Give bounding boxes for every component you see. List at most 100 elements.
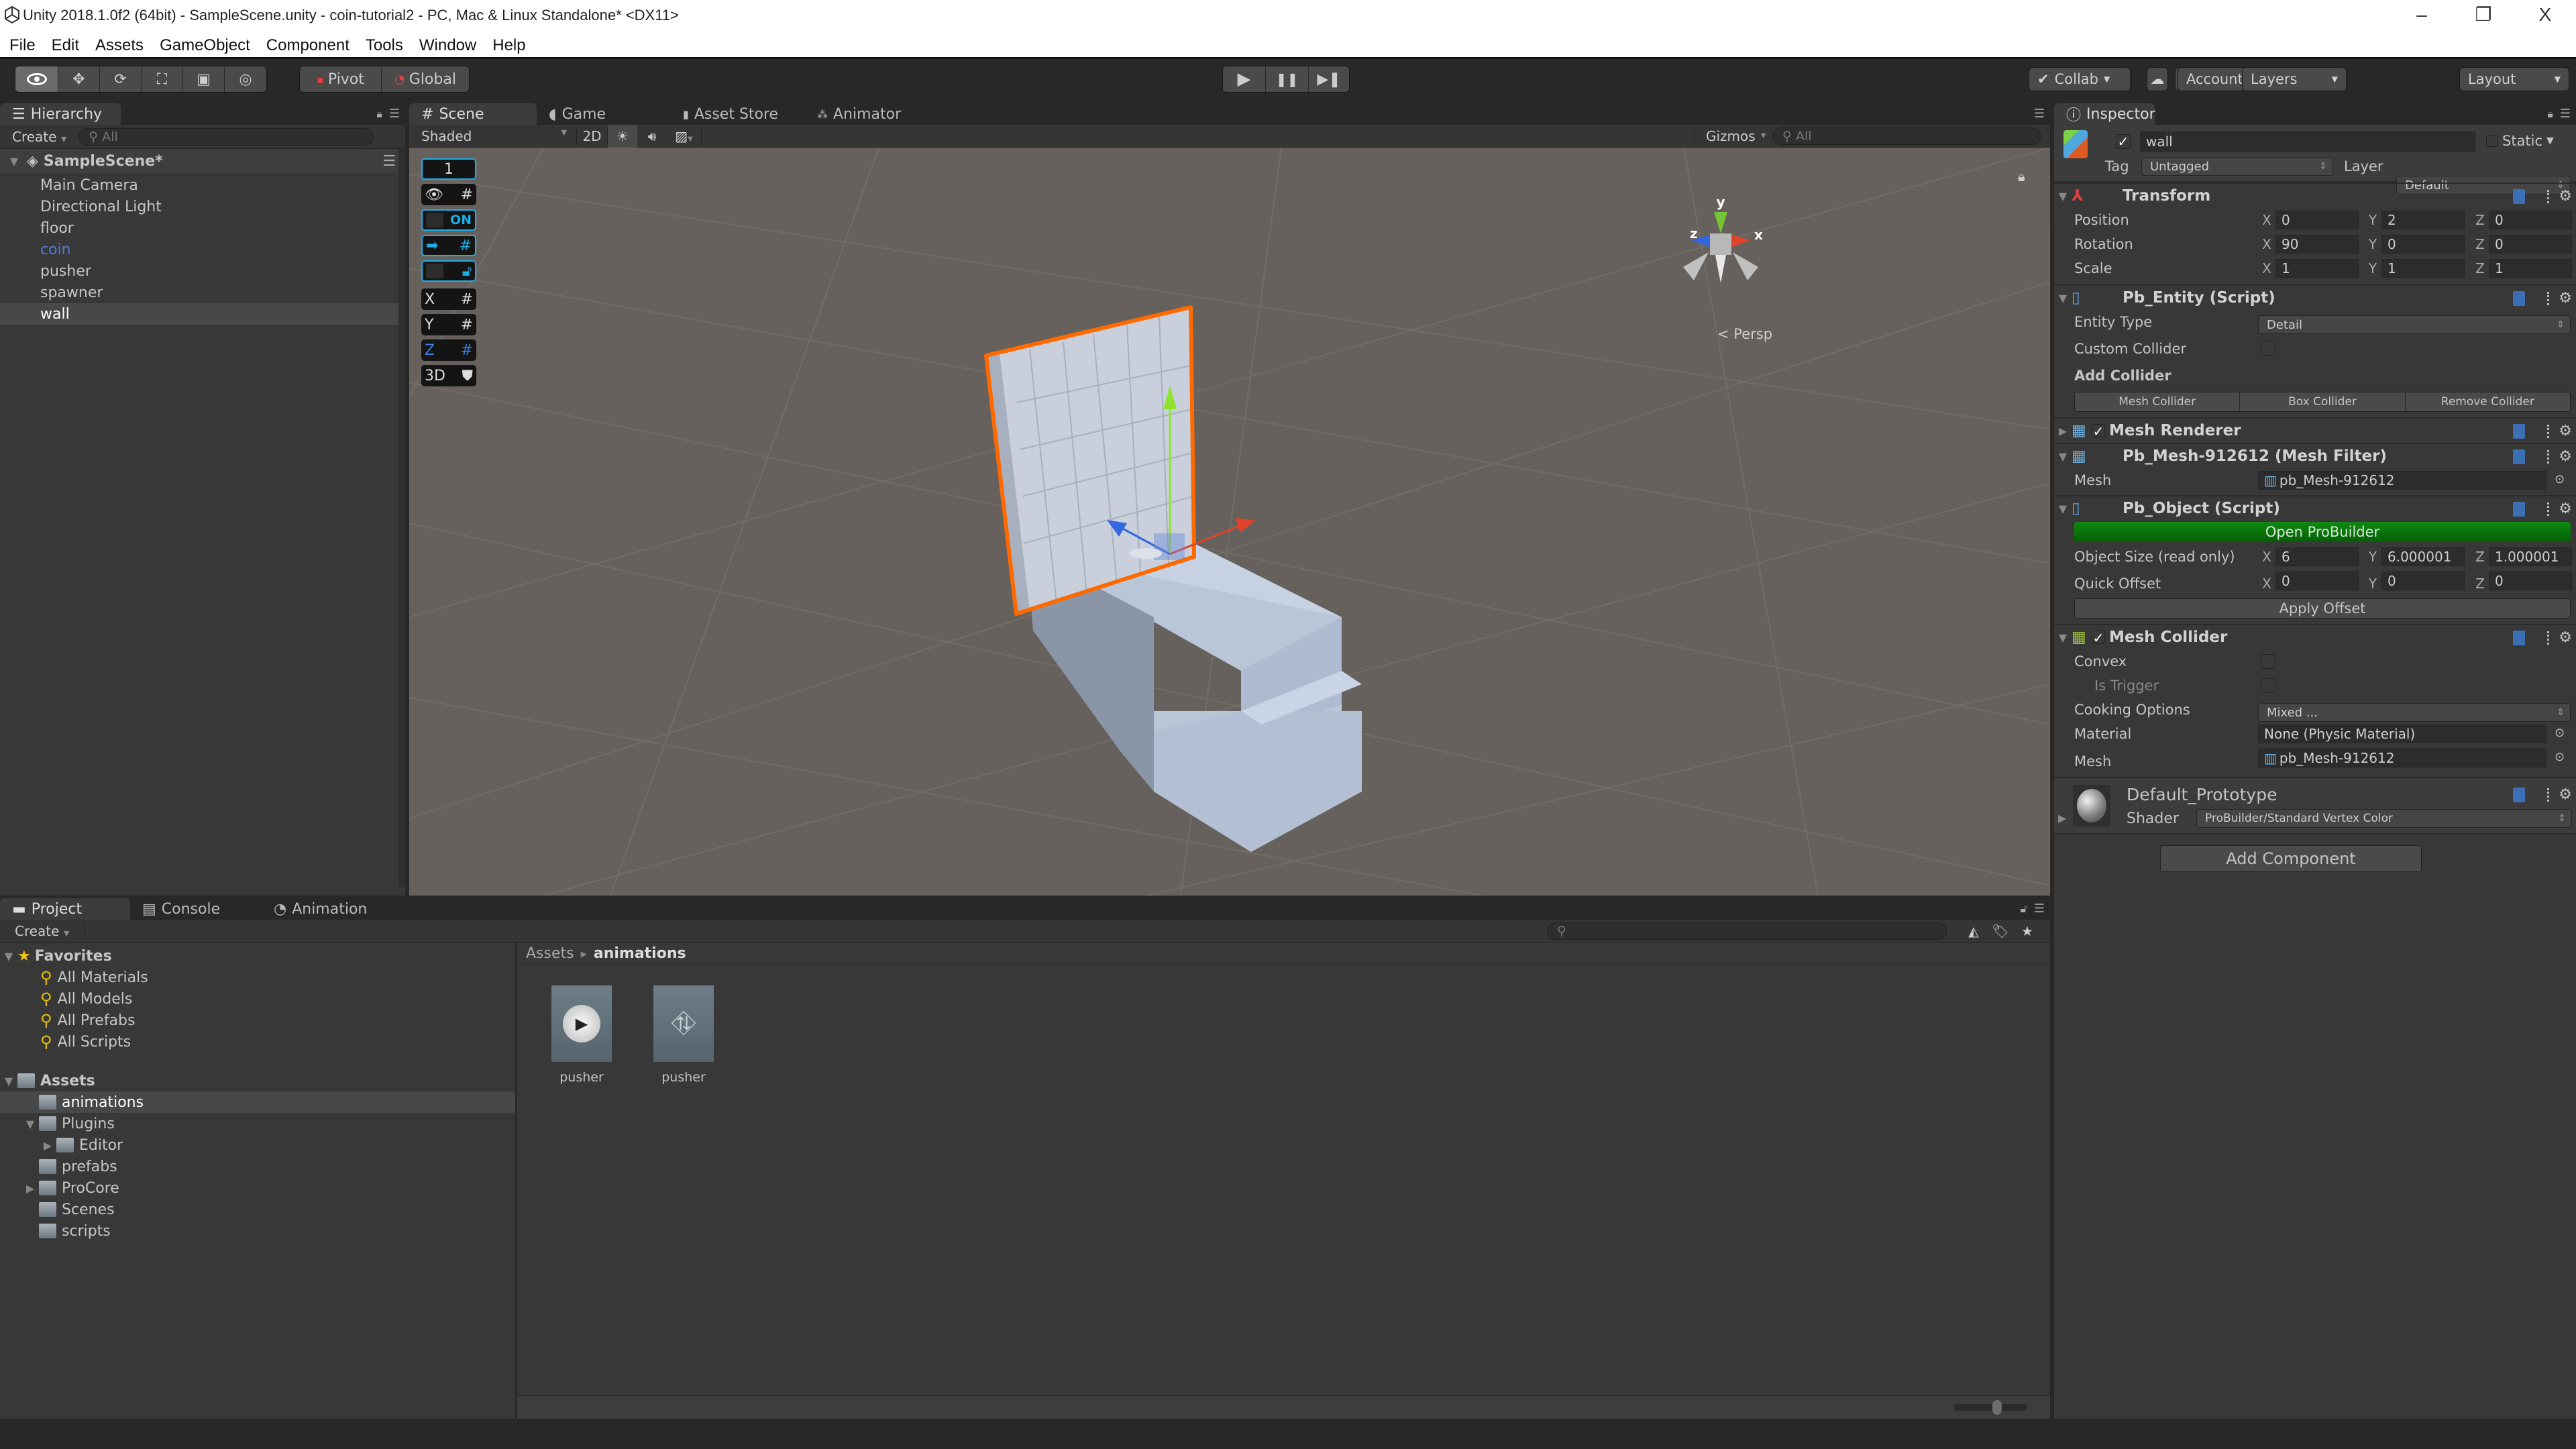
grid-on-toggle[interactable]: ON — [421, 209, 476, 231]
position-x-field[interactable]: 0 — [2275, 211, 2359, 229]
draw-mode-dropdown[interactable]: Shaded ▼ — [409, 127, 577, 144]
expand-arrow-icon[interactable]: ▼ — [0, 1075, 17, 1087]
scene-root-row[interactable]: ▼ ◈ SampleScene* ☰ — [0, 149, 405, 174]
convex-checkbox[interactable] — [2261, 654, 2275, 669]
expand-arrow-icon[interactable]: ▶ — [21, 1182, 39, 1195]
gear-icon[interactable]: ⚙ — [2559, 188, 2572, 205]
folder-item[interactable]: Scenes — [0, 1199, 515, 1220]
is-trigger-checkbox[interactable] — [2261, 678, 2275, 693]
expand-arrow-icon[interactable]: ▼ — [5, 155, 23, 168]
quick-offset-x-field[interactable]: 0 — [2275, 572, 2359, 590]
gear-icon[interactable]: ⚙ — [2559, 423, 2572, 439]
lighting-toggle[interactable]: ☀ — [608, 124, 637, 148]
restore-button[interactable]: ❐ — [2453, 0, 2514, 34]
scene-search[interactable]: ⚲ All — [1772, 127, 2041, 145]
object-picker-icon[interactable]: ⊙ — [2555, 750, 2565, 764]
rect-tool-button[interactable]: ▣ — [183, 66, 225, 92]
tab-hierarchy[interactable]: ☰ Hierarchy — [0, 103, 121, 125]
fold-arrow-icon[interactable]: ▼ — [2054, 502, 2072, 515]
position-z-field[interactable]: 0 — [2489, 211, 2572, 229]
mesh-renderer-enabled-checkbox[interactable] — [2092, 424, 2105, 437]
hierarchy-scrollbar[interactable] — [398, 149, 405, 887]
selection-mode-button[interactable]: 1 — [421, 158, 476, 180]
icon-size-slider[interactable] — [1953, 1400, 2027, 1415]
folder-item[interactable]: animations — [0, 1091, 515, 1113]
gear-icon[interactable]: ⚙ — [2559, 629, 2572, 646]
scene-canvas[interactable]: y z x < Persp 🔒︎ — [409, 148, 2050, 896]
tab-asset-store[interactable]: ▮ Asset Store — [671, 103, 805, 125]
y-plane-button[interactable]: Y # — [421, 314, 476, 335]
favorites-row[interactable]: ▼ ★ Favorites — [0, 945, 515, 967]
slider-thumb[interactable] — [1992, 1400, 2002, 1415]
hierarchy-item[interactable]: Directional Light — [0, 196, 405, 217]
menu-gameobject[interactable]: GameObject — [160, 34, 260, 57]
hierarchy-create-button[interactable]: Create ▼ — [0, 129, 78, 145]
add-component-button[interactable]: Add Component — [2160, 845, 2422, 872]
scale-tool-button[interactable]: ⛶ — [142, 66, 183, 92]
view-tool-button[interactable] — [15, 66, 58, 92]
fold-arrow-icon[interactable]: ▼ — [2054, 190, 2072, 203]
axis-y-label[interactable]: Y — [2364, 236, 2381, 252]
lock-icon[interactable]: 🔒︎ — [376, 107, 382, 121]
filter-by-type-icon[interactable]: ◭ — [1960, 923, 1987, 939]
favorite-star-icon[interactable]: ★ — [2014, 923, 2041, 939]
preset-icon[interactable] — [2534, 788, 2550, 802]
object-size-x-field[interactable]: 6 — [2275, 547, 2359, 566]
assets-root-row[interactable]: ▼ Assets — [0, 1070, 515, 1091]
axis-y-label[interactable]: Y — [2364, 212, 2381, 228]
move-tool-button[interactable]: ✥ — [58, 66, 100, 92]
favorite-item[interactable]: ⚲ All Prefabs — [0, 1010, 515, 1031]
remove-collider-button[interactable]: Remove Collider — [2405, 392, 2570, 411]
filter-by-label-icon[interactable]: 🏷︎ — [1987, 923, 2014, 939]
tab-game[interactable]: ◖ Game — [537, 103, 671, 125]
lock-icon[interactable]: 🔒︎ — [2547, 107, 2553, 121]
pb-object-header[interactable]: ▼ ▯ Pb_Object (Script) ⚙ — [2054, 495, 2576, 521]
snap-grid-button[interactable]: ➡ # — [421, 235, 476, 256]
cloud-button[interactable]: ☁ — [2147, 67, 2168, 91]
box-collider-button[interactable]: Box Collider — [2240, 392, 2406, 411]
asset-item[interactable]: ▶ pusher — [551, 985, 612, 1085]
gear-icon[interactable]: ⚙ — [2559, 448, 2572, 465]
axis-z-label[interactable]: Z — [2471, 260, 2489, 276]
transform-header[interactable]: ▼ ⅄ Transform ⚙ — [2054, 182, 2576, 208]
mesh-collider-button[interactable]: Mesh Collider — [2075, 392, 2241, 411]
projection-label[interactable]: < Persp — [1717, 326, 1772, 342]
help-icon[interactable] — [2513, 423, 2526, 439]
help-icon[interactable] — [2513, 449, 2526, 464]
active-checkbox[interactable] — [2116, 134, 2131, 149]
mesh-filter-header[interactable]: ▼ ▦ Pb_Mesh-912612 (Mesh Filter) ⚙ — [2054, 443, 2576, 468]
axis-x-label[interactable]: X — [2258, 260, 2275, 276]
menu-help[interactable]: Help — [492, 34, 535, 57]
tag-dropdown[interactable]: Untagged — [2141, 157, 2333, 176]
fold-arrow-icon[interactable]: ▼ — [2054, 450, 2072, 463]
axis-z-label[interactable]: Z — [2471, 576, 2489, 592]
preset-icon[interactable] — [2534, 291, 2550, 305]
axis-y-label[interactable]: Y — [2364, 576, 2381, 592]
object-size-z-field[interactable]: 1.000001 — [2489, 547, 2572, 566]
rotate-tool-button[interactable]: ⟳ — [100, 66, 142, 92]
gameobject-icon[interactable] — [2063, 130, 2088, 158]
hierarchy-item[interactable]: pusher — [0, 260, 405, 282]
mesh-object-field[interactable]: ▥ pb_Mesh-912612 — [2258, 471, 2546, 490]
folder-item[interactable]: scripts — [0, 1220, 515, 1242]
menu-window[interactable]: Window — [419, 34, 486, 57]
help-icon[interactable] — [2513, 189, 2526, 204]
custom-collider-checkbox[interactable] — [2261, 341, 2275, 356]
favorite-item[interactable]: ⚲ All Models — [0, 988, 515, 1010]
static-checkbox[interactable] — [2486, 135, 2498, 147]
layout-dropdown[interactable]: Layout ▼ — [2459, 67, 2569, 91]
panel-menu-icon[interactable]: ☰ — [2034, 902, 2045, 916]
folder-item[interactable]: ▶ Editor — [0, 1134, 515, 1156]
rotation-y-field[interactable]: 0 — [2381, 235, 2465, 254]
fold-arrow-icon[interactable]: ▶ — [2058, 812, 2066, 824]
z-plane-button[interactable]: Z # — [421, 339, 476, 361]
close-button[interactable]: X — [2514, 0, 2576, 34]
axis-x-label[interactable]: X — [2258, 576, 2275, 592]
object-size-y-field[interactable]: 6.000001 — [2381, 547, 2465, 566]
object-name-field[interactable]: wall — [2140, 131, 2475, 152]
folder-item[interactable]: ▼ Plugins — [0, 1113, 515, 1134]
scale-x-field[interactable]: 1 — [2275, 259, 2359, 278]
axis-x-label[interactable]: X — [2258, 549, 2275, 565]
pivot-button[interactable]: ▪ Pivot — [300, 66, 382, 92]
help-icon[interactable] — [2513, 787, 2526, 802]
